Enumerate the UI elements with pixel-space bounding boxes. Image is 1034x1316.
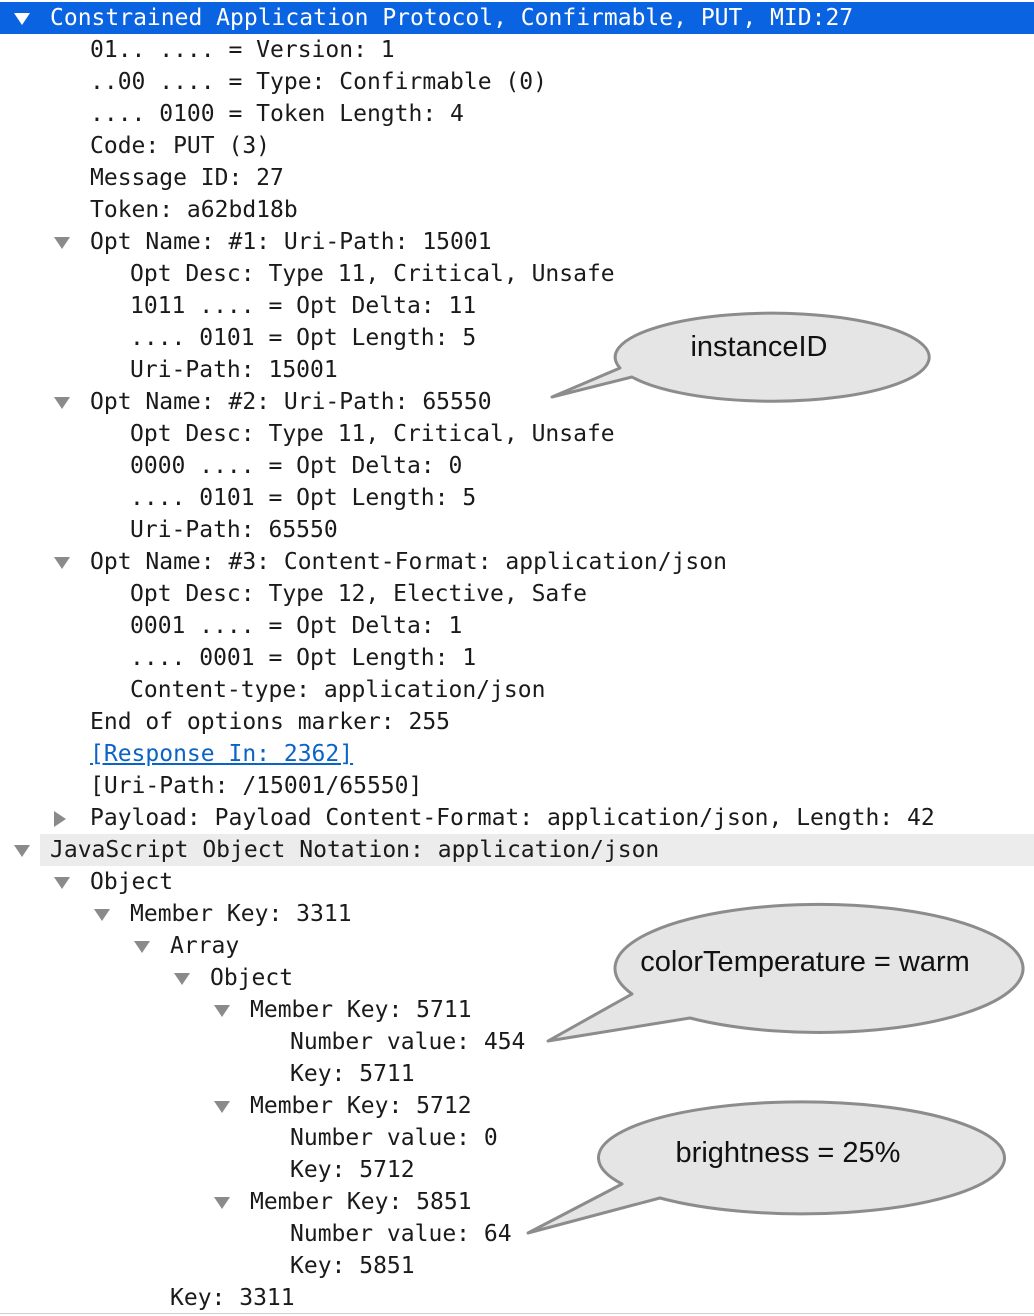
callout-color-temperature: colorTemperature = warm [546,902,1025,1043]
callout-brightness: brightness = 25% [526,1100,1006,1235]
callout-brightness-label: brightness = 25% [676,1137,901,1169]
callout-instance-id-label: instanceID [690,331,827,363]
callout-annotations: instanceID colorTemperature = warm brigh… [526,311,1025,1235]
callout-color-temperature-label: colorTemperature = warm [640,946,970,978]
callout-instance-id: instanceID [550,311,931,403]
